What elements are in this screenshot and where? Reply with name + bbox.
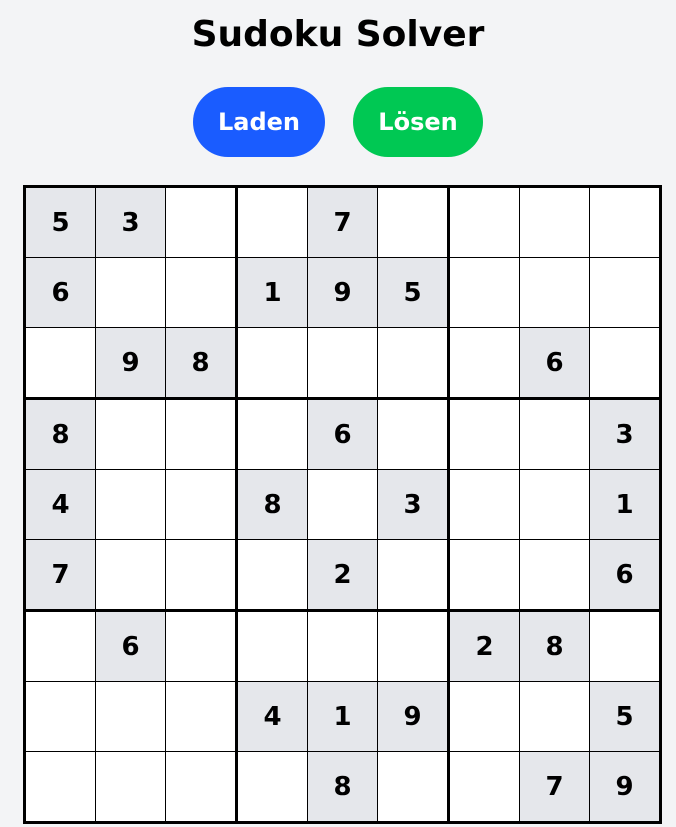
empty-cell[interactable] bbox=[165, 469, 237, 540]
empty-cell[interactable] bbox=[165, 186, 237, 258]
given-cell[interactable]: 6 bbox=[24, 257, 96, 328]
given-cell[interactable]: 8 bbox=[235, 469, 308, 540]
empty-cell[interactable] bbox=[95, 751, 166, 823]
grid-row: 6 28 bbox=[24, 609, 661, 682]
empty-cell[interactable] bbox=[377, 609, 449, 682]
given-cell[interactable]: 1 bbox=[307, 681, 378, 752]
empty-cell[interactable] bbox=[377, 327, 449, 399]
given-cell[interactable]: 9 bbox=[377, 681, 449, 752]
given-cell[interactable]: 8 bbox=[165, 327, 237, 399]
empty-cell[interactable] bbox=[447, 681, 520, 752]
empty-cell[interactable] bbox=[24, 751, 96, 823]
grid-row: 7 2 6 bbox=[24, 539, 661, 611]
empty-cell[interactable] bbox=[165, 257, 237, 328]
grid-row: 4 83 1 bbox=[24, 469, 661, 540]
empty-cell[interactable] bbox=[447, 397, 520, 470]
empty-cell[interactable] bbox=[95, 469, 166, 540]
empty-cell[interactable] bbox=[307, 327, 378, 399]
empty-cell[interactable] bbox=[95, 681, 166, 752]
given-cell[interactable]: 7 bbox=[24, 539, 96, 611]
given-cell[interactable]: 2 bbox=[307, 539, 378, 611]
given-cell[interactable]: 8 bbox=[519, 609, 590, 682]
empty-cell[interactable] bbox=[95, 539, 166, 611]
empty-cell[interactable] bbox=[235, 539, 308, 611]
empty-cell[interactable] bbox=[447, 539, 520, 611]
given-cell[interactable]: 4 bbox=[24, 469, 96, 540]
given-cell[interactable]: 5 bbox=[24, 186, 96, 258]
given-cell[interactable]: 6 bbox=[307, 397, 378, 470]
empty-cell[interactable] bbox=[95, 257, 166, 328]
empty-cell[interactable] bbox=[519, 186, 590, 258]
grid-row: 98 6 bbox=[24, 327, 661, 399]
empty-cell[interactable] bbox=[95, 397, 166, 470]
empty-cell[interactable] bbox=[165, 751, 237, 823]
given-cell[interactable]: 6 bbox=[519, 327, 590, 399]
empty-cell[interactable] bbox=[235, 327, 308, 399]
empty-cell[interactable] bbox=[589, 609, 661, 682]
given-cell[interactable]: 3 bbox=[95, 186, 166, 258]
grid-row: 8 6 3 bbox=[24, 397, 661, 470]
empty-cell[interactable] bbox=[307, 609, 378, 682]
empty-cell[interactable] bbox=[589, 186, 661, 258]
empty-cell[interactable] bbox=[165, 397, 237, 470]
empty-cell[interactable] bbox=[24, 681, 96, 752]
given-cell[interactable]: 6 bbox=[95, 609, 166, 682]
empty-cell[interactable] bbox=[235, 751, 308, 823]
given-cell[interactable]: 8 bbox=[307, 751, 378, 823]
given-cell[interactable]: 9 bbox=[95, 327, 166, 399]
empty-cell[interactable] bbox=[519, 397, 590, 470]
empty-cell[interactable] bbox=[589, 327, 661, 399]
empty-cell[interactable] bbox=[377, 397, 449, 470]
empty-cell[interactable] bbox=[165, 539, 237, 611]
given-cell[interactable]: 1 bbox=[235, 257, 308, 328]
empty-cell[interactable] bbox=[589, 257, 661, 328]
given-cell[interactable]: 4 bbox=[235, 681, 308, 752]
given-cell[interactable]: 9 bbox=[307, 257, 378, 328]
load-button[interactable]: Laden bbox=[193, 87, 325, 157]
grid-row: 419 5 bbox=[24, 681, 661, 752]
empty-cell[interactable] bbox=[519, 681, 590, 752]
empty-cell[interactable] bbox=[519, 539, 590, 611]
empty-cell[interactable] bbox=[24, 609, 96, 682]
empty-cell[interactable] bbox=[377, 186, 449, 258]
grid-row: 6 195 bbox=[24, 257, 661, 328]
empty-cell[interactable] bbox=[235, 397, 308, 470]
given-cell[interactable]: 7 bbox=[519, 751, 590, 823]
given-cell[interactable]: 8 bbox=[24, 397, 96, 470]
empty-cell[interactable] bbox=[519, 257, 590, 328]
given-cell[interactable]: 2 bbox=[447, 609, 520, 682]
empty-cell[interactable] bbox=[519, 469, 590, 540]
given-cell[interactable]: 7 bbox=[307, 186, 378, 258]
solve-button[interactable]: Lösen bbox=[353, 87, 483, 157]
page-title: Sudoku Solver bbox=[191, 14, 485, 55]
given-cell[interactable]: 9 bbox=[589, 751, 661, 823]
empty-cell[interactable] bbox=[24, 327, 96, 399]
empty-cell[interactable] bbox=[447, 257, 520, 328]
empty-cell[interactable] bbox=[235, 186, 308, 258]
empty-cell[interactable] bbox=[165, 609, 237, 682]
given-cell[interactable]: 3 bbox=[589, 397, 661, 470]
empty-cell[interactable] bbox=[377, 539, 449, 611]
empty-cell[interactable] bbox=[447, 186, 520, 258]
empty-cell[interactable] bbox=[377, 751, 449, 823]
empty-cell[interactable] bbox=[447, 751, 520, 823]
empty-cell[interactable] bbox=[165, 681, 237, 752]
empty-cell[interactable] bbox=[447, 327, 520, 399]
given-cell[interactable]: 1 bbox=[589, 469, 661, 540]
given-cell[interactable]: 3 bbox=[377, 469, 449, 540]
grid-row: 53 7 bbox=[24, 186, 661, 258]
grid-row: 8 79 bbox=[24, 751, 661, 823]
sudoku-grid: 537619598686348317266284195879 bbox=[23, 185, 662, 824]
empty-cell[interactable] bbox=[235, 609, 308, 682]
given-cell[interactable]: 6 bbox=[589, 539, 661, 611]
given-cell[interactable]: 5 bbox=[589, 681, 661, 752]
given-cell[interactable]: 5 bbox=[377, 257, 449, 328]
empty-cell[interactable] bbox=[447, 469, 520, 540]
empty-cell[interactable] bbox=[307, 469, 378, 540]
